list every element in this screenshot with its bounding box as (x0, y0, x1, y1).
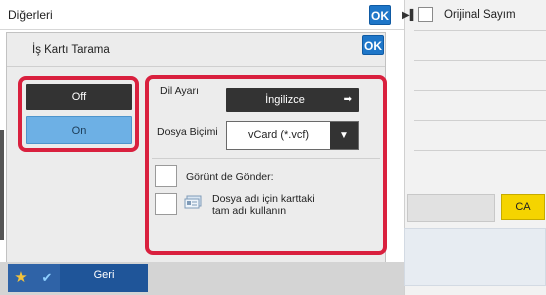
send-image-checkbox[interactable] (155, 165, 177, 187)
use-card-name-label: Dosya adı için karttaki tam adı kullanın (212, 193, 315, 217)
arrow-right-icon: ➡ (343, 94, 352, 105)
ca-button[interactable]: CA (501, 194, 545, 220)
divider (414, 150, 546, 151)
check-icon[interactable]: ✔ (34, 264, 60, 292)
divider (414, 90, 546, 91)
star-icon[interactable]: ★ (8, 264, 34, 292)
file-format-select[interactable]: vCard (*.vcf) ▼ (226, 121, 359, 150)
off-button[interactable]: Off (26, 84, 132, 110)
language-value: İngilizce (265, 94, 305, 106)
disabled-button (407, 194, 495, 222)
window-ok-button[interactable]: OK (369, 5, 391, 25)
divider (414, 60, 546, 61)
file-format-value: vCard (*.vcf) (247, 129, 310, 141)
original-count-label: Orijinal Sayım (444, 9, 516, 21)
business-card-icon (184, 195, 202, 209)
divider (414, 120, 546, 121)
file-format-label: Dosya Biçimi (157, 126, 218, 138)
divider (414, 30, 546, 31)
divider (152, 158, 380, 159)
language-button[interactable]: İngilizce ➡ (226, 88, 359, 112)
use-card-name-checkbox[interactable] (155, 193, 177, 215)
top-bar (0, 0, 404, 30)
language-label: Dil Ayarı (160, 85, 199, 97)
on-button[interactable]: On (26, 116, 132, 144)
window-title: Diğerleri (8, 8, 53, 22)
edge-scroll-handle (0, 130, 4, 240)
send-image-label: Görünt de Gönder: (186, 171, 274, 183)
triangle-down-icon[interactable]: ▼ (330, 122, 358, 149)
divider (7, 66, 385, 67)
play-arrow-icon[interactable]: ▶▌ (402, 10, 417, 21)
dialog-ok-button[interactable]: OK (362, 35, 384, 55)
start-button-disabled (404, 228, 546, 286)
back-button[interactable]: Geri (60, 264, 148, 292)
original-count-checkbox[interactable] (418, 7, 433, 22)
dialog-title: İş Kartı Tarama (32, 44, 110, 56)
